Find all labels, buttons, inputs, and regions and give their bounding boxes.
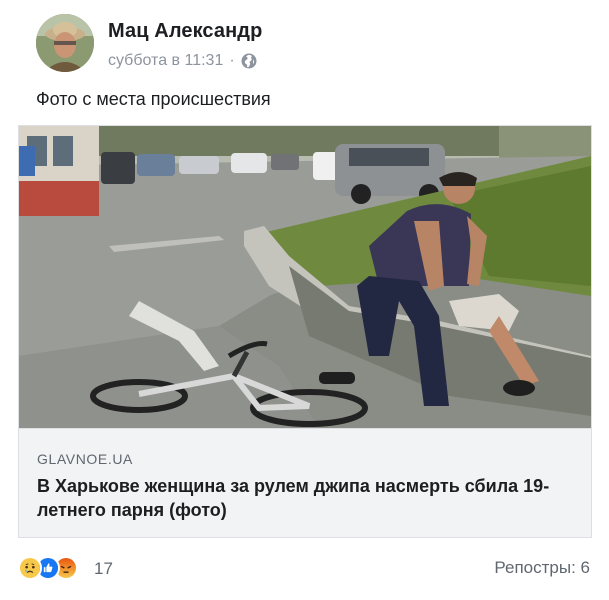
- post-timestamp[interactable]: суббота в 11:31: [108, 52, 223, 70]
- post-footer: 17 Репостры: 6: [18, 552, 592, 584]
- shares-count[interactable]: Репостры: 6: [494, 558, 590, 578]
- author-avatar[interactable]: [36, 14, 94, 72]
- link-title[interactable]: В Харькове женщина за рулем джипа насмер…: [37, 474, 557, 522]
- reactions-summary[interactable]: [18, 556, 78, 580]
- meta-separator: ·: [229, 52, 235, 69]
- facebook-post: Мац Александр суббота в 11:31 · Фото с м…: [0, 0, 609, 600]
- post-message: Фото с места происшествия: [36, 89, 271, 109]
- author-name[interactable]: Мац Александр: [108, 20, 262, 43]
- link-domain: GLAVNOE.UA: [37, 451, 133, 467]
- post-meta: суббота в 11:31 ·: [108, 52, 257, 70]
- link-preview-image[interactable]: [19, 126, 591, 428]
- reaction-count[interactable]: 17: [94, 559, 113, 579]
- link-preview-card[interactable]: GLAVNOE.UA В Харькове женщина за рулем д…: [18, 125, 592, 538]
- post-header: Мац Александр суббота в 11:31 ·: [36, 14, 576, 76]
- link-preview-meta[interactable]: GLAVNOE.UA В Харькове женщина за рулем д…: [19, 428, 591, 537]
- globe-icon[interactable]: [241, 53, 257, 69]
- sad-reaction-icon: [18, 556, 42, 580]
